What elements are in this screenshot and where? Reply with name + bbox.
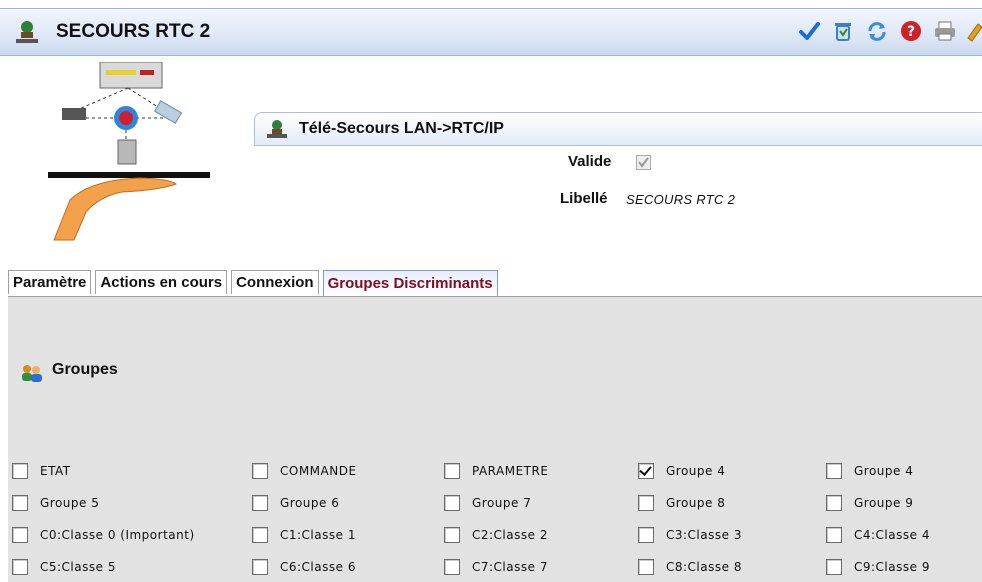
tab-actions-en-cours[interactable]: Actions en cours bbox=[95, 270, 228, 294]
checkbox-label: C3:Classe 3 bbox=[666, 528, 742, 542]
tab-groupes-discriminants[interactable]: Groupes Discriminants bbox=[322, 270, 498, 296]
groups-title: Groupes bbox=[52, 361, 118, 378]
checkbox-checked[interactable] bbox=[638, 463, 654, 479]
checkbox-item[interactable]: C0:Classe 0 (Important) bbox=[12, 525, 195, 545]
checkbox-item[interactable]: C2:Classe 2 bbox=[444, 525, 548, 545]
tab-bar: Paramètre Actions en cours Connexion Gro… bbox=[8, 270, 502, 296]
checkbox-label: Groupe 9 bbox=[854, 496, 914, 510]
trash-icon bbox=[832, 20, 854, 47]
validate-button[interactable] bbox=[796, 20, 822, 46]
checkbox-item[interactable]: C3:Classe 3 bbox=[638, 525, 742, 545]
checkbox-label: Groupe 4 bbox=[666, 464, 726, 478]
checkbox-item[interactable]: Groupe 9 bbox=[826, 493, 913, 513]
title-bar: SECOURS RTC 2 ? bbox=[0, 8, 982, 56]
checkbox-item[interactable]: C8:Classe 8 bbox=[638, 557, 742, 577]
checkbox[interactable] bbox=[638, 495, 654, 511]
help-button[interactable]: ? bbox=[898, 20, 924, 46]
checkbox-item[interactable]: C1:Classe 1 bbox=[252, 525, 356, 545]
checkbox-label: C2:Classe 2 bbox=[472, 528, 548, 542]
checkbox[interactable] bbox=[12, 463, 28, 479]
checkbox-label: C6:Classe 6 bbox=[280, 560, 356, 574]
checkbox[interactable] bbox=[826, 559, 842, 575]
checkbox-item[interactable]: PARAMETRE bbox=[444, 461, 548, 481]
checkbox-item[interactable]: C5:Classe 5 bbox=[12, 557, 116, 577]
checkbox[interactable] bbox=[444, 559, 460, 575]
checkbox[interactable] bbox=[252, 463, 268, 479]
svg-text:?: ? bbox=[907, 24, 915, 40]
checkbox-item[interactable]: Groupe 4 bbox=[826, 461, 913, 481]
users-icon bbox=[20, 363, 44, 388]
network-user-icon bbox=[14, 20, 40, 49]
valide-checkbox bbox=[636, 155, 651, 170]
refresh-button[interactable] bbox=[864, 20, 890, 46]
toolbar: ? bbox=[796, 19, 982, 47]
print-button[interactable] bbox=[932, 20, 958, 46]
section-title: Télé-Secours LAN->RTC/IP bbox=[299, 120, 504, 137]
libelle-label: Libellé bbox=[560, 190, 608, 207]
network-user-icon bbox=[265, 119, 289, 144]
checkbox-label: PARAMETRE bbox=[472, 464, 549, 478]
checkbox-label: Groupe 8 bbox=[666, 496, 726, 510]
checkbox-label: Groupe 4 bbox=[854, 464, 914, 478]
checkbox-label: C0:Classe 0 (Important) bbox=[40, 528, 195, 542]
checkbox-item[interactable]: Groupe 7 bbox=[444, 493, 531, 513]
checkbox-item[interactable]: ETAT bbox=[12, 461, 71, 481]
checkbox-item[interactable]: C4:Classe 4 bbox=[826, 525, 930, 545]
checkbox[interactable] bbox=[638, 527, 654, 543]
checkbox[interactable] bbox=[12, 495, 28, 511]
checkbox-label: Groupe 5 bbox=[40, 496, 100, 510]
checkbox[interactable] bbox=[444, 495, 460, 511]
checkbox-item[interactable]: Groupe 5 bbox=[12, 493, 99, 513]
checkbox[interactable] bbox=[252, 559, 268, 575]
checkbox[interactable] bbox=[638, 559, 654, 575]
groupes-panel: Groupes ETAT COMMANDE PARAMETRE Groupe 4… bbox=[8, 296, 982, 582]
checkbox[interactable] bbox=[12, 559, 28, 575]
checkmark-icon bbox=[798, 20, 820, 47]
checkbox-label: ETAT bbox=[40, 464, 71, 478]
checkbox[interactable] bbox=[12, 527, 28, 543]
edit-button[interactable] bbox=[966, 20, 982, 46]
valide-label: Valide bbox=[568, 153, 612, 170]
checkbox[interactable] bbox=[252, 527, 268, 543]
checkbox-label: C9:Classe 9 bbox=[854, 560, 930, 574]
checkbox-label: C5:Classe 5 bbox=[40, 560, 116, 574]
checkbox-label: Groupe 6 bbox=[280, 496, 340, 510]
checkbox-item[interactable]: Groupe 8 bbox=[638, 493, 725, 513]
checkbox-label: C8:Classe 8 bbox=[666, 560, 742, 574]
window-title: SECOURS RTC 2 bbox=[56, 21, 211, 42]
edit-icon bbox=[966, 20, 982, 47]
section-header: Télé-Secours LAN->RTC/IP bbox=[254, 112, 982, 146]
checkbox[interactable] bbox=[826, 527, 842, 543]
tab-parametre[interactable]: Paramètre bbox=[8, 270, 92, 294]
checkbox[interactable] bbox=[252, 495, 268, 511]
checkbox-item[interactable]: C7:Classe 7 bbox=[444, 557, 548, 577]
checkbox-item[interactable]: C9:Classe 9 bbox=[826, 557, 930, 577]
checkbox-item[interactable]: COMMANDE bbox=[252, 461, 357, 481]
checkbox-label: C7:Classe 7 bbox=[472, 560, 548, 574]
refresh-icon bbox=[865, 20, 889, 47]
help-icon: ? bbox=[900, 20, 922, 47]
delete-button[interactable] bbox=[830, 20, 856, 46]
checkbox[interactable] bbox=[826, 463, 842, 479]
checkbox-label: Groupe 7 bbox=[472, 496, 532, 510]
libelle-value: SECOURS RTC 2 bbox=[626, 192, 736, 207]
print-icon bbox=[933, 20, 957, 47]
checkbox[interactable] bbox=[444, 527, 460, 543]
checkbox[interactable] bbox=[444, 463, 460, 479]
checkbox-item[interactable]: Groupe 4 bbox=[638, 461, 725, 481]
checkbox-label: C1:Classe 1 bbox=[280, 528, 356, 542]
checkbox-label: COMMANDE bbox=[280, 464, 357, 478]
tab-connexion[interactable]: Connexion bbox=[231, 270, 319, 294]
checkbox-label: C4:Classe 4 bbox=[854, 528, 930, 542]
checkbox-item[interactable]: C6:Classe 6 bbox=[252, 557, 356, 577]
network-illustration bbox=[40, 61, 220, 242]
checkbox-item[interactable]: Groupe 6 bbox=[252, 493, 339, 513]
checkbox[interactable] bbox=[826, 495, 842, 511]
